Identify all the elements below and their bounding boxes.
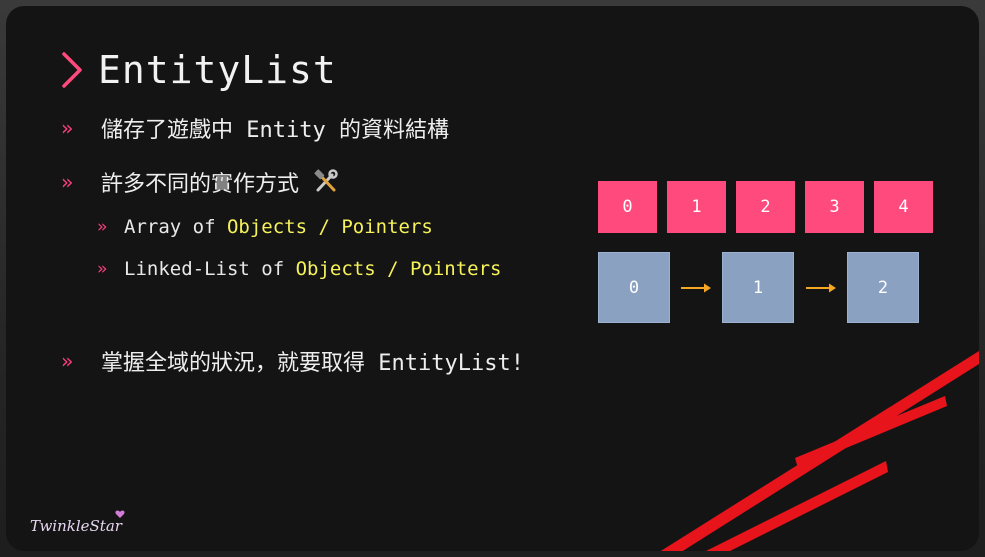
array-cell: 4	[874, 181, 933, 233]
array-cell: 1	[667, 181, 726, 233]
sub-bullet-2-prefix: Linked-List of	[124, 258, 296, 280]
bullet-3-text: 掌握全域的狀況，就要取得 EntityList!	[101, 351, 524, 376]
bullet-2: » 許多不同的實作方式	[61, 166, 339, 198]
array-cell: 2	[736, 181, 795, 233]
array-diagram: 0 1 2 3 4	[598, 181, 933, 233]
bullet-2-text: 許多不同的實作方式	[101, 172, 300, 197]
bullet-1: » 儲存了遊戲中 Entity 的資料結構	[61, 112, 449, 144]
array-cell: 3	[805, 181, 864, 233]
page-title: EntityList	[98, 48, 337, 92]
bullet-1-text: 儲存了遊戲中 Entity 的資料結構	[101, 118, 449, 143]
slide: EntityList » 儲存了遊戲中 Entity 的資料結構 » 許多不同的…	[6, 6, 979, 551]
arrow-right-icon	[806, 283, 836, 293]
list-node: 1	[722, 252, 794, 323]
window-frame: EntityList » 儲存了遊戲中 Entity 的資料結構 » 許多不同的…	[0, 0, 985, 557]
list-node: 0	[598, 252, 670, 323]
chevron-right-icon	[62, 52, 82, 88]
hammer-and-wrench-icon	[314, 169, 338, 192]
sub-bullet-2: » Linked-List of Objects / Pointers	[97, 255, 502, 283]
sub-bullet-2-highlight: Objects / Pointers	[295, 258, 502, 280]
arrow-right-icon	[681, 283, 711, 293]
bullet-mark: »	[61, 116, 74, 140]
twinklestar-logo: TwinkleStar	[30, 510, 125, 535]
title-row: EntityList	[58, 44, 337, 96]
list-node: 2	[847, 252, 919, 323]
sub-bullet-1: » Array of Objects / Pointers	[97, 213, 433, 241]
bullet-3: » 掌握全域的狀況，就要取得 EntityList!	[61, 345, 524, 377]
bullet-mark: »	[61, 349, 74, 373]
sub-bullet-1-prefix: Array of	[124, 216, 227, 238]
sub-bullet-1-highlight: Objects / Pointers	[226, 216, 433, 238]
svg-text:TwinkleStar: TwinkleStar	[30, 517, 123, 535]
sub-bullet-mark: »	[97, 259, 108, 279]
array-cell: 0	[598, 181, 657, 233]
bullet-mark: »	[61, 170, 74, 194]
sub-bullet-mark: »	[97, 217, 108, 237]
